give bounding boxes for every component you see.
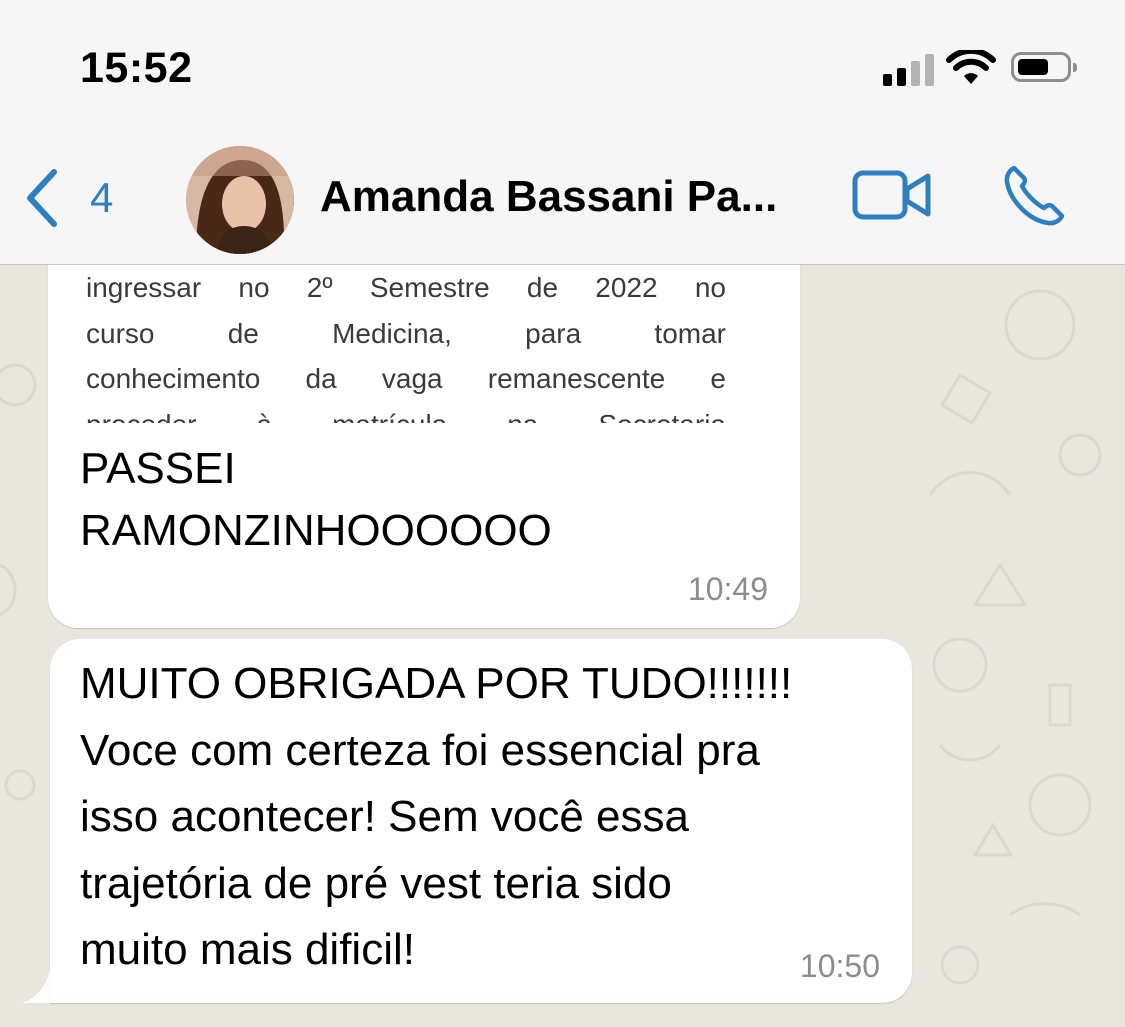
message-line: RAMONZINHOOOOOO: [80, 506, 552, 555]
battery-icon: [1011, 52, 1077, 82]
contact-name[interactable]: Amanda Bassani Pa...: [320, 172, 777, 222]
message-list[interactable]: ingressar no 2º Semestre de 2022 no curs…: [0, 265, 1125, 1027]
message-text: PASSEI RAMONZINHOOOOOO: [80, 438, 680, 562]
message-bubble-received[interactable]: MUITO OBRIGADA POR TUDO!!!!!!! Voce com …: [50, 639, 912, 1003]
message-timestamp: 10:50: [799, 948, 880, 984]
message-line: Voce com certeza foi essencial pra: [80, 725, 760, 775]
message-line: PASSEI: [80, 444, 236, 493]
chevron-left-icon: [27, 169, 57, 227]
wifi-icon: [946, 50, 996, 84]
document-preview[interactable]: ingressar no 2º Semestre de 2022 no curs…: [86, 265, 726, 423]
message-text: MUITO OBRIGADA POR TUDO!!!!!!! Voce com …: [80, 651, 900, 984]
message-line: isso acontecer! Sem você essa: [80, 792, 689, 841]
message-line: muito mais dificil!: [80, 925, 415, 974]
video-camera-icon[interactable]: [852, 168, 932, 222]
status-time: 15:52: [80, 44, 193, 92]
chat-screen: 15:52 4 Amanda Bassani Pa... ingressar n…: [0, 0, 1125, 1027]
message-bubble-received[interactable]: ingressar no 2º Semestre de 2022 no curs…: [48, 265, 800, 628]
message-line: MUITO OBRIGADA POR TUDO!!!!!!!: [80, 659, 793, 708]
phone-icon[interactable]: [1000, 162, 1068, 230]
cellular-signal-icon: [883, 52, 935, 86]
document-line: curso de Medicina, para tomar: [86, 317, 726, 349]
message-timestamp: 10:49: [687, 571, 768, 607]
message-line: trajetória de pré vest teria sido: [80, 858, 672, 908]
contact-avatar[interactable]: [186, 146, 294, 254]
document-line: ingressar no 2º Semestre de 2022 no: [86, 272, 726, 303]
back-button[interactable]: 4: [22, 166, 113, 230]
avatar-photo: [186, 146, 294, 254]
document-line: proceder à matrícula na Secretaria: [86, 402, 726, 424]
unread-count: 4: [90, 174, 114, 221]
document-line: conhecimento da vaga remanescente e: [86, 363, 726, 394]
navigation-header: 15:52 4 Amanda Bassani Pa...: [0, 0, 1125, 265]
